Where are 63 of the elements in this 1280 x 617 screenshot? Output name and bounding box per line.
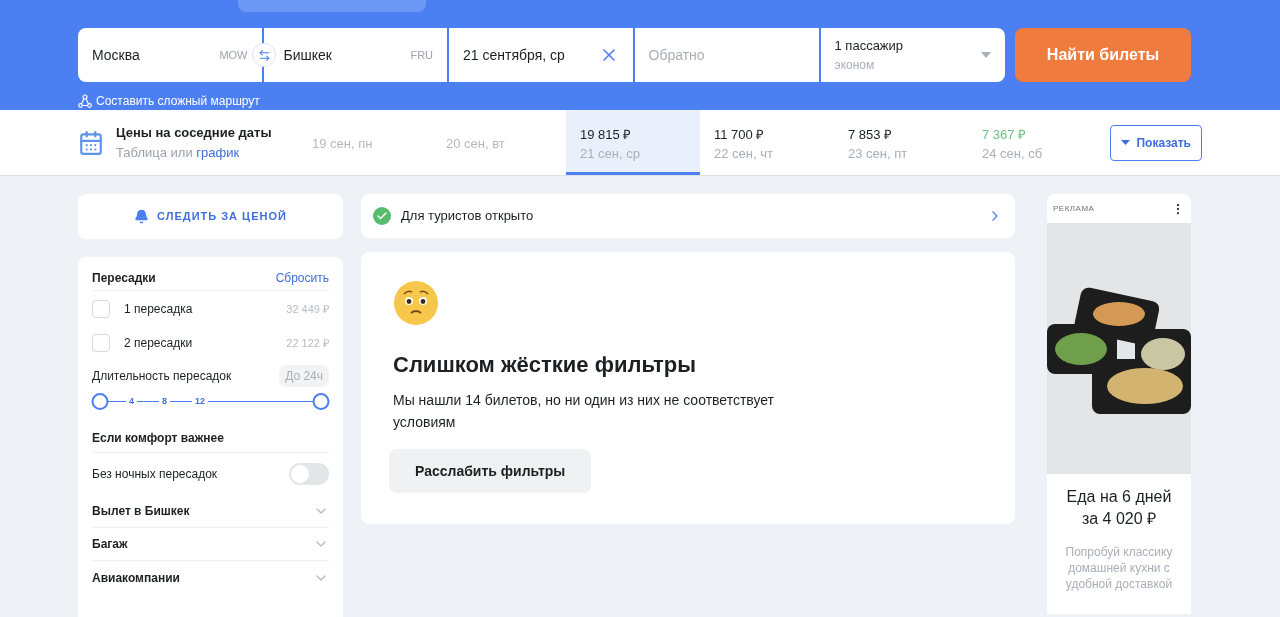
date-price: 7 853 ₽ (848, 125, 894, 144)
chart-link[interactable]: график (196, 144, 240, 160)
date-tab[interactable]: 7 853 ₽ 23 сен, пт (834, 110, 968, 175)
dates-subtitle: Таблица или график (116, 143, 241, 162)
duration-title: Длительность пересадок (92, 368, 232, 385)
destination-code: FRU (410, 47, 433, 63)
date-value: 21 сентября, ср (463, 45, 565, 65)
caret-icon (981, 52, 991, 58)
checkbox[interactable] (92, 300, 110, 318)
origin-field[interactable]: Москва MOW (78, 28, 262, 82)
price-alert-button[interactable]: СЛЕДИТЬ ЗА ЦЕНОЙ (78, 194, 343, 239)
bell-icon (134, 209, 150, 224)
filter-section[interactable]: Авиакомпании (92, 561, 329, 594)
toggle-switch[interactable] (289, 463, 329, 485)
date-label: 21 сен, ср (580, 145, 641, 163)
notice-card[interactable]: Для туристов открыто (361, 194, 1015, 238)
result-title: Слишком жёсткие фильтры (393, 351, 697, 379)
passengers-field[interactable]: 1 пассажир эконом (820, 28, 1005, 82)
comfort-title: Если комфорт важнее (92, 429, 224, 447)
date-price: 7 367 ₽ (982, 125, 1028, 144)
destination-city: Бишкек (283, 45, 332, 65)
caret-icon (1121, 140, 1131, 145)
stop-price: 32 449 ₽ (286, 301, 329, 317)
dates-title: Цены на соседние даты (116, 124, 272, 142)
complex-route-link[interactable]: Составить сложный маршрут (96, 92, 260, 110)
filter-section[interactable]: Багаж (92, 528, 329, 561)
date-label: 24 сен, сб (982, 145, 1044, 163)
origin-city: Москва (92, 45, 140, 65)
result-text: Мы нашли 14 билетов, но ни один из них не соответствует условиям (393, 391, 775, 432)
return-date-field[interactable]: Обратно (634, 28, 819, 82)
slider-thumb[interactable] (91, 393, 109, 410)
date-tab[interactable]: 11 700 ₽ 22 сен, чт (700, 110, 834, 175)
stops-title: Пересадки (92, 269, 156, 287)
reset-link[interactable]: Сбросить (275, 268, 329, 287)
passengers-count: 1 пассажир (834, 37, 904, 56)
date-price: 19 815 ₽ (580, 125, 633, 144)
date-label: 23 сен, пт (848, 145, 909, 163)
calendar-icon (78, 129, 104, 156)
duration-value: До 24ч (279, 365, 329, 387)
notice-text: Для туристов открыто (401, 207, 534, 226)
stop-label: 2 пересадки (124, 335, 193, 352)
date-price: 11 700 ₽ (714, 125, 766, 144)
ad-label: РЕКЛАМА (1053, 202, 1095, 215)
date-field[interactable]: 21 сентября, ср (449, 28, 633, 82)
slider-thumb[interactable] (312, 393, 330, 410)
destination-field[interactable]: Бишкек FRU (263, 28, 447, 82)
show-button[interactable]: Показать (1110, 124, 1202, 161)
night-label: Без ночных пересадок (92, 466, 218, 483)
cabin-class: эконом (834, 56, 876, 74)
date-label: 19 сен, пн (312, 135, 374, 154)
checkbox[interactable] (92, 334, 110, 352)
date-tab[interactable]: 19 815 ₽ 21 сен, ср (566, 110, 700, 175)
origin-code: MOW (219, 47, 248, 63)
worried-face-icon (393, 280, 439, 326)
stop-label: 1 пересадка (124, 301, 193, 318)
stop-price: 22 122 ₽ (286, 335, 329, 351)
route-icon (78, 94, 92, 108)
ad-text: Попробуй классику домашней кухни с удобной доставкой (1064, 544, 1174, 592)
date-label: 22 сен, чт (714, 145, 774, 163)
ad-title: Еда на 6 дней за 4 020 ₽ (1065, 487, 1173, 529)
filter-section[interactable]: Вылет в Бишкек (92, 495, 329, 528)
date-label: 20 сен, вт (446, 135, 506, 154)
relax-filters-button[interactable]: Расслабить фильтры (389, 449, 592, 493)
